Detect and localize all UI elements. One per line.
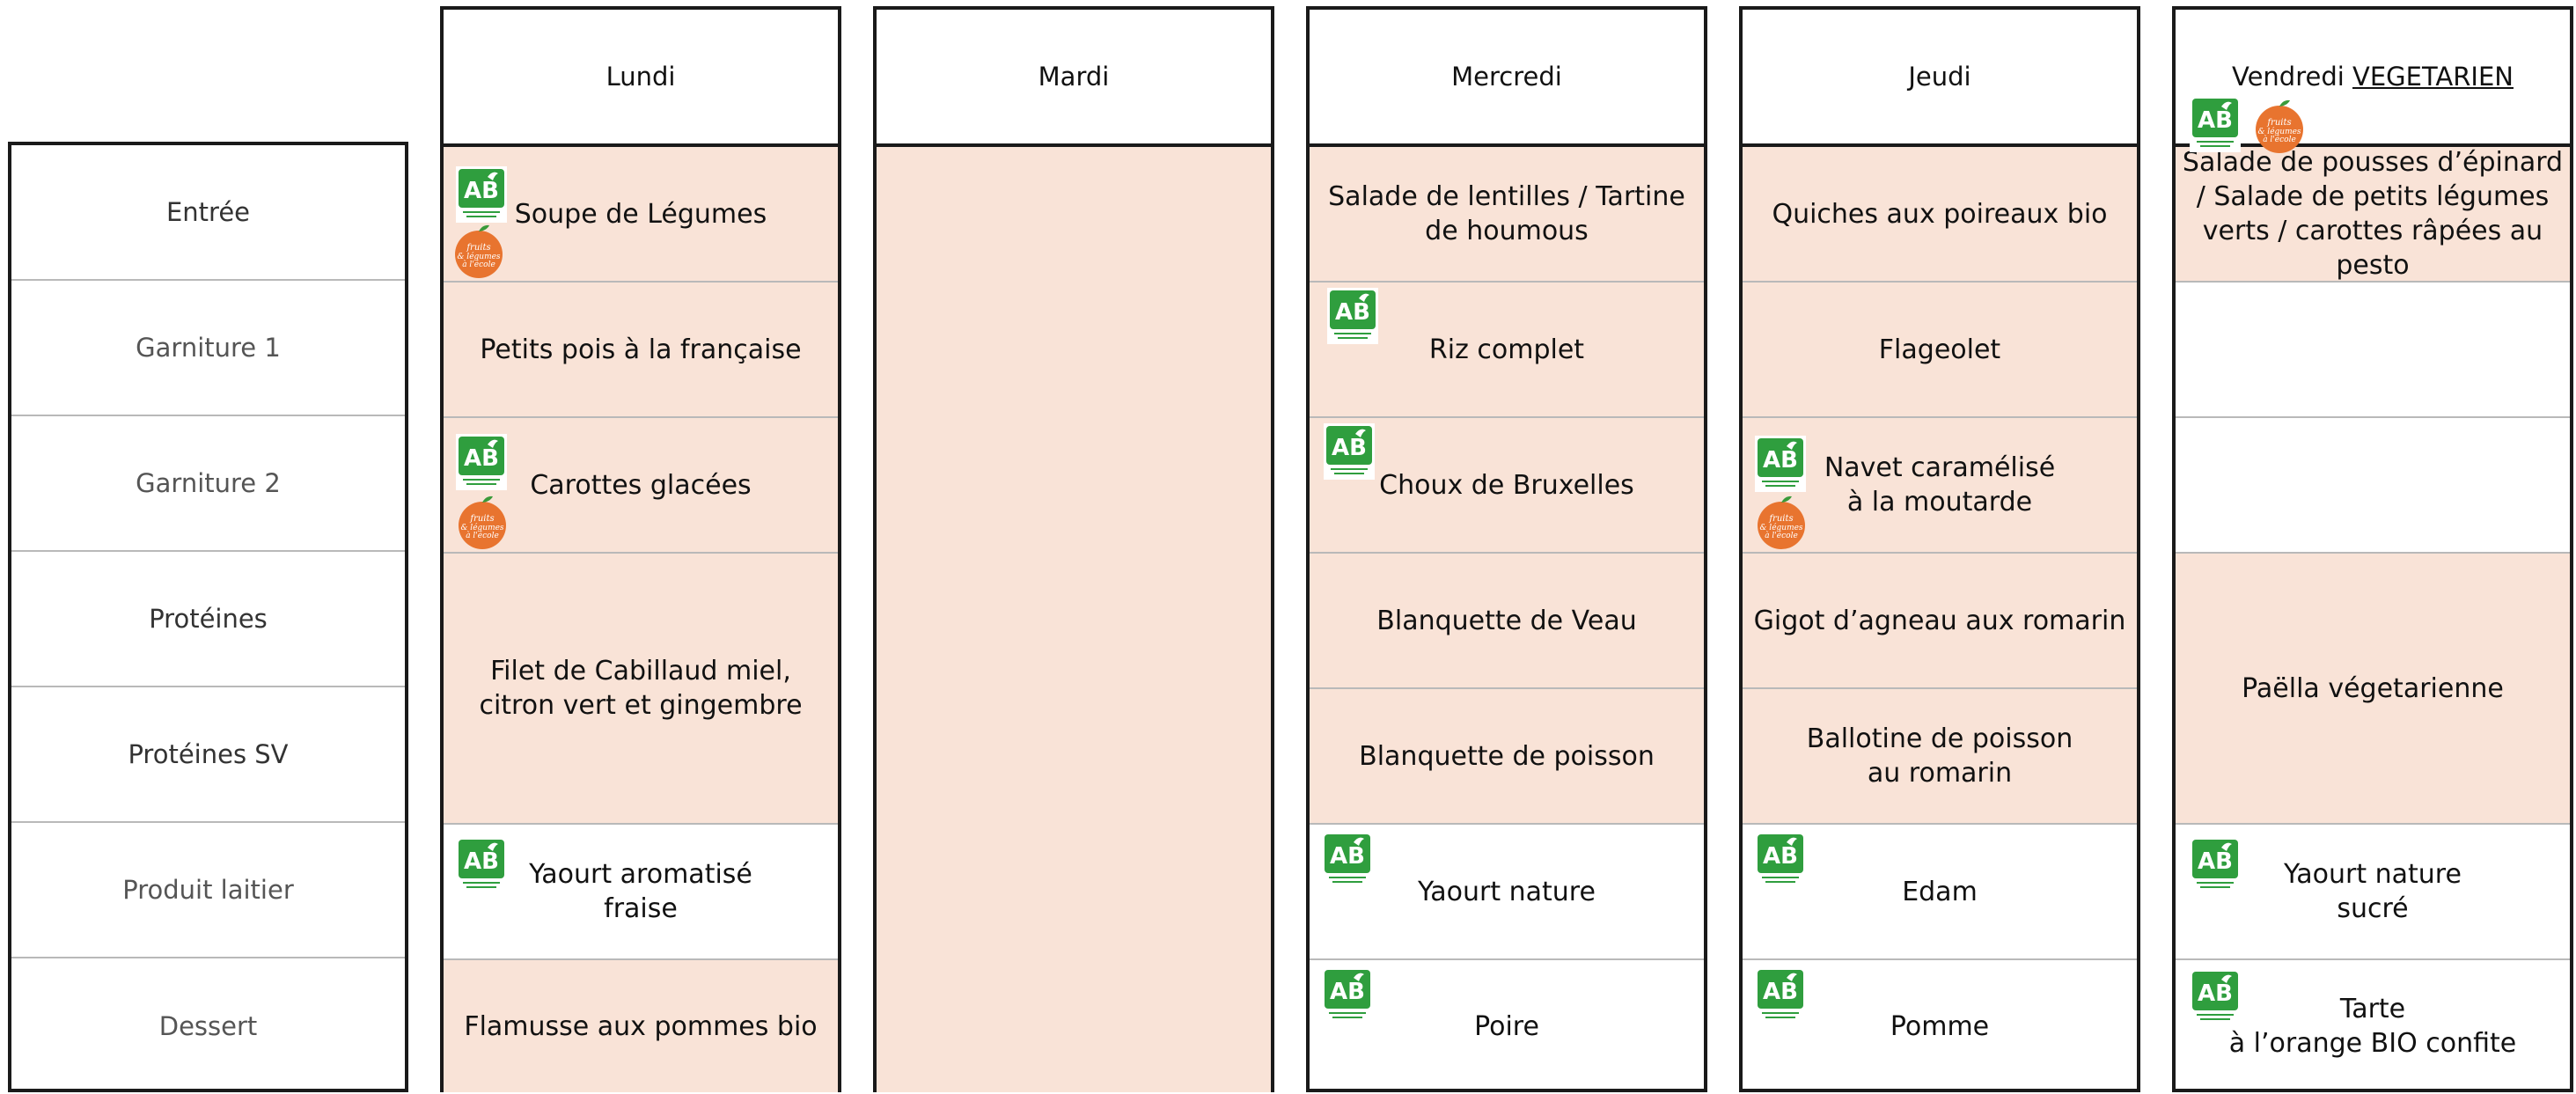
- menu-cell-lundi-produit-laitier: Yaourt aromatisé fraise: [444, 825, 838, 960]
- fruits-legumes-ecole-icon: [1753, 494, 1809, 550]
- ab-bio-logo-icon: [1322, 832, 1373, 888]
- day-name: Mardi: [1038, 62, 1110, 92]
- row-label-text: Dessert: [158, 1010, 258, 1041]
- menu-cell-mercredi-proteines-sv: Blanquette de poisson: [1310, 689, 1704, 825]
- row-label-garniture2: Garniture 2: [11, 416, 405, 552]
- menu-cell-lundi-dessert: Flamusse aux pommes bio: [444, 960, 838, 1092]
- row-label-text: Protéines: [149, 603, 268, 634]
- dish-text: Soupe de Légumes: [514, 198, 767, 230]
- menu-cell-mercredi-garniture1: Riz complet: [1310, 283, 1704, 418]
- menu-cell-mercredi-proteines: Blanquette de Veau: [1310, 554, 1704, 689]
- dish-text: Yaourt aromatisé fraise: [529, 859, 752, 924]
- dish-text: Salade de pousses d’épinard / Salade de …: [2182, 147, 2564, 281]
- day-header-lundi: Lundi: [444, 10, 838, 147]
- fruits-legumes-ecole-icon: [2251, 98, 2308, 154]
- dish-text: Petits pois à la française: [480, 334, 802, 365]
- fruits-legumes-ecole-icon: [451, 223, 507, 279]
- fruits-legumes-ecole-icon: [454, 494, 510, 550]
- menu-cell-jeudi-proteines: Gigot d’agneau aux romarin: [1743, 554, 2137, 689]
- menu-cell-vendredi-proteines: Paëlla végetarienne: [2176, 554, 2570, 825]
- row-label-proteines-sv: Protéines SV: [11, 687, 405, 823]
- menu-cell-lundi-garniture1: Petits pois à la française: [444, 283, 838, 418]
- dish-text: Filet de Cabillaud miel, citron vert et …: [479, 656, 803, 721]
- ab-bio-logo-icon: [2190, 969, 2241, 1025]
- menu-cell-lundi-garniture2: Carottes glacées: [444, 418, 838, 554]
- dish-text: Blanquette de Veau: [1376, 605, 1637, 636]
- menu-cell-mercredi-garniture2: Choux de Bruxelles: [1310, 418, 1704, 554]
- dish-text: Salade de lentilles / Tartine de houmous: [1328, 181, 1685, 246]
- ab-bio-logo-icon: [1324, 423, 1375, 480]
- ab-bio-logo-icon: [1755, 967, 1806, 1024]
- day-column-mardi: Mardi: [873, 6, 1274, 1092]
- row-label-text: Garniture 1: [136, 332, 281, 363]
- ab-bio-logo-icon: [1327, 288, 1378, 344]
- ab-bio-logo-icon: [456, 837, 507, 893]
- ab-bio-logo-icon: [1755, 832, 1806, 888]
- ab-bio-logo-icon: [2190, 96, 2241, 152]
- dish-text: Pomme: [1890, 1010, 1990, 1042]
- day-name: Jeudi: [1908, 62, 1971, 92]
- menu-cell-jeudi-proteines-sv: Ballotine de poisson au romarin: [1743, 689, 2137, 825]
- ab-bio-logo-icon: [1755, 436, 1806, 492]
- day-header-mercredi: Mercredi: [1310, 10, 1704, 147]
- vegetarian-tag: VEGETARIEN: [2352, 62, 2514, 92]
- row-label-produit-laitier: Produit laitier: [11, 823, 405, 958]
- ab-bio-logo-icon: [2190, 837, 2241, 893]
- dish-text: Poire: [1474, 1010, 1539, 1042]
- dish-text: Riz complet: [1428, 334, 1585, 365]
- menu-cell-lundi-entree: Soupe de Légumes: [444, 147, 838, 283]
- menu-cell-jeudi-entree: Quiches aux poireaux bio: [1743, 147, 2137, 283]
- dish-text: Flamusse aux pommes bio: [464, 1010, 818, 1042]
- dish-text: Quiches aux poireaux bio: [1772, 198, 2108, 230]
- day-name: Mercredi: [1451, 62, 1562, 92]
- dish-text: Blanquette de poisson: [1359, 740, 1655, 772]
- row-label-text: Garniture 2: [136, 467, 281, 498]
- menu-cell-vendredi-entree: Salade de pousses d’épinard / Salade de …: [2176, 147, 2570, 283]
- dish-text: Tarte à l’orange BIO confite: [2228, 994, 2517, 1059]
- day-name: Vendredi: [2231, 62, 2345, 92]
- menu-cell-vendredi-produit-laitier: Yaourt nature sucré: [2176, 825, 2570, 960]
- row-label-entree: Entrée: [11, 145, 405, 281]
- row-labels-column: Entrée Garniture 1 Garniture 2 Protéines…: [8, 142, 408, 1092]
- ab-bio-logo-icon: [456, 166, 507, 223]
- day-column-mercredi: Mercredi Salade de lentilles / Tartine d…: [1306, 6, 1707, 1092]
- menu-cell-vendredi-garniture2: [2176, 418, 2570, 554]
- row-label-proteines: Protéines: [11, 552, 405, 687]
- dish-text: Carottes glacées: [530, 469, 752, 501]
- menu-cell-jeudi-dessert: Pomme: [1743, 960, 2137, 1092]
- menu-cell-jeudi-produit-laitier: Edam: [1743, 825, 2137, 960]
- dish-text: Paëlla végetarienne: [2242, 672, 2504, 704]
- menu-cell-mardi-empty: [877, 147, 1271, 1092]
- day-name: Lundi: [605, 62, 676, 92]
- row-label-text: Entrée: [165, 196, 251, 227]
- dish-text: Flageolet: [1878, 334, 2001, 365]
- dish-text: Yaourt nature sucré: [2284, 859, 2462, 924]
- day-column-vendredi: Vendredi VEGETARIEN Salade de pousses d’…: [2172, 6, 2573, 1092]
- day-column-jeudi: Jeudi Quiches aux poireaux bio Flageolet…: [1739, 6, 2140, 1092]
- row-label-garniture1: Garniture 1: [11, 281, 405, 416]
- menu-cell-mercredi-dessert: Poire: [1310, 960, 1704, 1092]
- day-header-jeudi: Jeudi: [1743, 10, 2137, 147]
- dish-text: Edam: [1902, 876, 1978, 907]
- menu-cell-lundi-proteines: Filet de Cabillaud miel, citron vert et …: [444, 554, 838, 825]
- row-label-text: Produit laitier: [122, 874, 294, 905]
- day-header-mardi: Mardi: [877, 10, 1271, 147]
- menu-cell-vendredi-dessert: Tarte à l’orange BIO confite: [2176, 960, 2570, 1092]
- menu-cell-mercredi-produit-laitier: Yaourt nature: [1310, 825, 1704, 960]
- dish-text: Choux de Bruxelles: [1379, 469, 1634, 501]
- dish-text: Gigot d’agneau aux romarin: [1753, 605, 2126, 636]
- menu-cell-vendredi-garniture1: [2176, 283, 2570, 418]
- row-label-text: Protéines SV: [128, 738, 289, 769]
- dish-text: Navet caramélisé à la moutarde: [1824, 452, 2056, 518]
- row-label-dessert: Dessert: [11, 958, 405, 1094]
- dish-text: Yaourt nature: [1418, 876, 1596, 907]
- menu-cell-mercredi-entree: Salade de lentilles / Tartine de houmous: [1310, 147, 1704, 283]
- ab-bio-logo-icon: [1322, 967, 1373, 1024]
- menu-cell-jeudi-garniture2: Navet caramélisé à la moutarde: [1743, 418, 2137, 554]
- ab-bio-logo-icon: [456, 434, 507, 490]
- dish-text: Ballotine de poisson au romarin: [1806, 723, 2073, 789]
- menu-cell-jeudi-garniture1: Flageolet: [1743, 283, 2137, 418]
- day-column-lundi: Lundi Soupe de Légumes Petits pois à la …: [440, 6, 841, 1092]
